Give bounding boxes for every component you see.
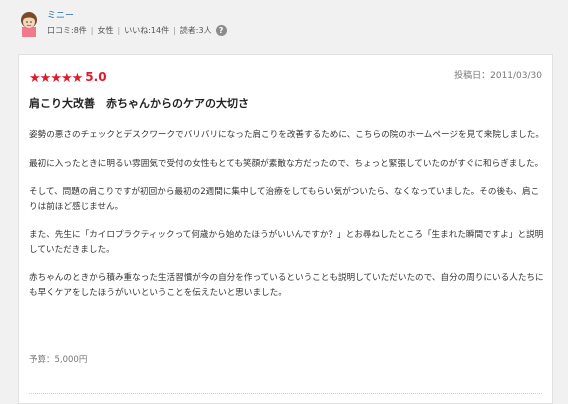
avatar[interactable] (16, 9, 42, 37)
review-title: 肩こり大改善 赤ちゃんからのケアの大切さ (29, 97, 249, 110)
review-count[interactable]: 口コミ:8件 (47, 25, 87, 36)
gender: 女性 (97, 26, 114, 35)
like-count: いいね:14件 (124, 26, 170, 35)
post-date: 投稿日：2011/03/30 (454, 71, 542, 81)
star-icon: ★ (71, 71, 84, 86)
divider: | (173, 26, 176, 35)
divider (29, 393, 542, 394)
star-icon: ★ (29, 71, 41, 86)
user-name[interactable]: ミニー (47, 8, 74, 21)
divider: | (90, 26, 94, 35)
budget: 予算：5,000円 (29, 355, 88, 365)
user-meta: 口コミ:8件 | 女性 | いいね:14件 | 読者:3人 ? (47, 25, 227, 36)
reviewer-header: ミニー 口コミ:8件 | 女性 | いいね:14件 | 読者:3人 ? (0, 0, 568, 50)
review-paragraph: 姿勢の悪さのチェックとデスクワークでバリバリになった肩こりを改善するために、こち… (29, 130, 544, 140)
review-paragraph: 赤ちゃんのときから積み重なった生活習慣が今の自分を作っているということも説明して… (29, 273, 544, 298)
review-paragraph: そして、問題の肩こりですが初回から最初の2週間に集中して治療をしてもらい気がつい… (29, 187, 540, 212)
review-card: ★★★★★ 5.0 投稿日：2011/03/30 肩こり大改善 赤ちゃんからのケ… (18, 54, 553, 404)
review-paragraph: また、先生に「カイロプラクティックって何歳から始めたほうがいいんですか？」とお尋… (29, 230, 544, 255)
star-icon: ★ (60, 71, 73, 86)
rating-value: 5.0 (85, 69, 107, 84)
help-icon[interactable]: ? (215, 25, 227, 36)
star-rating: ★★★★★ (29, 67, 84, 86)
reader-count: 読者:3人 (179, 26, 212, 35)
divider: | (117, 26, 121, 35)
rating: ★★★★★ 5.0 (29, 67, 107, 86)
review-body: 姿勢の悪さのチェックとデスクワークでバリバリになった肩こりを改善するために、こち… (29, 128, 544, 314)
review-paragraph: 最初に入ったときに明るい雰囲気で受付の女性もとても笑顔が素敵な方だったので、ちょ… (29, 158, 544, 169)
